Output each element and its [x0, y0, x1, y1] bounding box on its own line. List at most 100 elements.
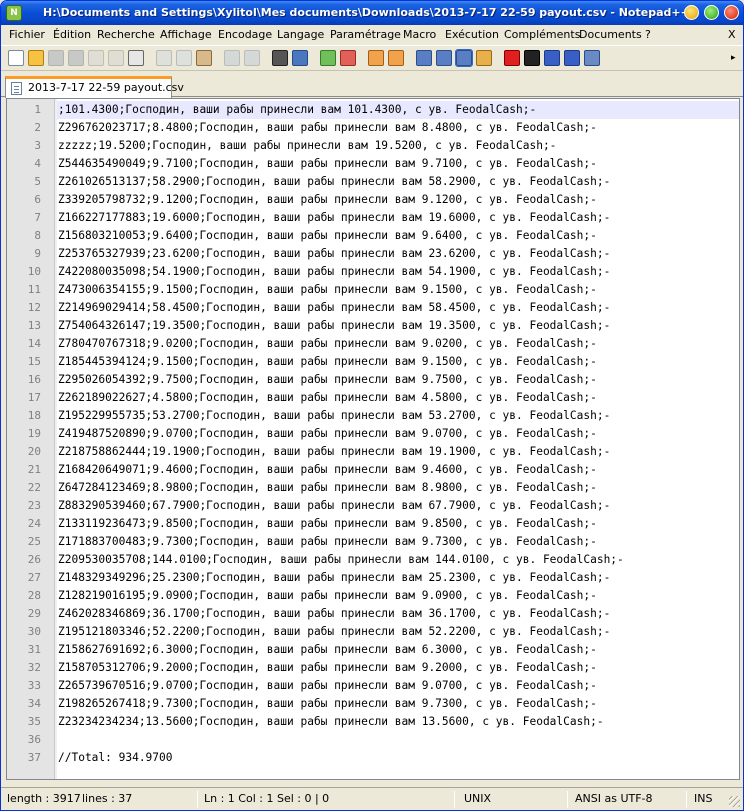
line-number: 1 — [34, 103, 41, 116]
sync-horizontal-icon[interactable] — [388, 50, 404, 66]
new-file-icon[interactable] — [8, 50, 24, 66]
tab-payout-csv[interactable]: 2013-7-17 22-59 payout.csv — [5, 76, 184, 98]
editor-line[interactable]: 10 Z422080035098;54.1900;Господин, ваши р… — [7, 263, 739, 281]
editor-line[interactable]: 22 Z647284123469;8.9800;Господин, ваши ра… — [7, 479, 739, 497]
macro-run-multiple-icon[interactable] — [564, 50, 580, 66]
editor-line[interactable]: 31 Z158627691692;6.3000;Господин, ваши ра… — [7, 641, 739, 659]
editor-line[interactable]: 33 Z265739670516;9.0700;Господин, ваши ра… — [7, 677, 739, 695]
line-text: Z23234234234;13.5600;Господин, ваши рабы… — [58, 715, 604, 728]
editor-line[interactable]: 3 zzzzz;19.5200;Господин, ваши рабы прине… — [7, 137, 739, 155]
editor-line[interactable]: 2 Z296762023717;8.4800;Господин, ваши раб… — [7, 119, 739, 137]
replace-icon[interactable] — [292, 50, 308, 66]
close-button[interactable] — [724, 5, 739, 20]
editor-line[interactable]: 29 Z462028346869;36.1700;Господин, ваши р… — [7, 605, 739, 623]
editor-line[interactable]: 37 //Total: 934.9700 — [7, 749, 739, 767]
status-eol: UNIX — [464, 792, 492, 805]
editor-line[interactable]: 35 Z23234234234;13.5600;Господин, ваши ра… — [7, 713, 739, 731]
editor-line[interactable]: 25 Z171883700483;9.7300;Господин, ваши ра… — [7, 533, 739, 551]
zoom-in-icon[interactable] — [320, 50, 336, 66]
word-wrap-icon[interactable] — [416, 50, 432, 66]
text-editor[interactable]: 1 ;101.4300;Господин, ваши рабы принесли … — [6, 98, 740, 780]
paste-icon[interactable] — [196, 50, 212, 66]
resize-grip-icon[interactable] — [729, 796, 740, 807]
save-icon[interactable] — [48, 50, 64, 66]
line-text: Z158627691692;6.3000;Господин, ваши рабы… — [58, 643, 597, 656]
editor-line[interactable]: 24 Z133119236473;9.8500;Господин, ваши ра… — [7, 515, 739, 533]
line-number: 7 — [34, 211, 41, 224]
editor-line[interactable]: 9 Z253765327939;23.6200;Господин, ваши ра… — [7, 245, 739, 263]
menu-complements[interactable]: Compléments — [504, 28, 580, 41]
editor-line[interactable]: 30 Z195121803346;52.2200;Господин, ваши р… — [7, 623, 739, 641]
indent-guide-icon[interactable] — [455, 49, 473, 67]
editor-line[interactable]: 12 Z214969029414;58.4500;Господин, ваши р… — [7, 299, 739, 317]
line-text: Z156803210053;9.6400;Господин, ваши рабы… — [58, 229, 597, 242]
close-document-button[interactable]: X — [728, 28, 736, 41]
editor-line[interactable]: 16 Z295026054392;9.7500;Господин, ваши ра… — [7, 371, 739, 389]
editor-line[interactable]: 7 Z166227177883;19.6000;Господин, ваши ра… — [7, 209, 739, 227]
menu-affichage[interactable]: Affichage — [160, 28, 212, 41]
undo-icon[interactable] — [224, 50, 240, 66]
save-all-icon[interactable] — [68, 50, 84, 66]
zoom-out-icon[interactable] — [340, 50, 356, 66]
document-tab-strip: 2013-7-17 22-59 payout.csv — [1, 73, 743, 98]
line-number: 32 — [27, 661, 41, 674]
editor-line[interactable]: 36 — [7, 731, 739, 749]
editor-line[interactable]: 5 Z261026513137;58.2900;Господин, ваши ра… — [7, 173, 739, 191]
editor-line[interactable]: 6 Z339205798732;9.1200;Господин, ваши раб… — [7, 191, 739, 209]
editor-line[interactable]: 20 Z218758862444;19.1900;Господин, ваши р… — [7, 443, 739, 461]
menu-execution[interactable]: Exécution — [445, 28, 499, 41]
editor-line[interactable]: 17 Z262189022627;4.5800;Господин, ваши ра… — [7, 389, 739, 407]
cut-icon[interactable] — [156, 50, 172, 66]
editor-line[interactable]: 13 Z754064326147;19.3500;Господин, ваши р… — [7, 317, 739, 335]
menu-fichier[interactable]: Fichier — [9, 28, 45, 41]
editor-line[interactable]: 15 Z185445394124;9.1500;Господин, ваши ра… — [7, 353, 739, 371]
menu-langage[interactable]: Langage — [277, 28, 324, 41]
line-text: Z339205798732;9.1200;Господин, ваши рабы… — [58, 193, 597, 206]
language-icon[interactable] — [476, 50, 492, 66]
notepadpp-app-icon[interactable]: N — [6, 5, 22, 21]
find-icon[interactable] — [272, 50, 288, 66]
macro-record-icon[interactable] — [504, 50, 520, 66]
menu-recherche[interactable]: Recherche — [97, 28, 155, 41]
editor-line[interactable]: 19 Z419487520890;9.0700;Господин, ваши ра… — [7, 425, 739, 443]
editor-line[interactable]: 8 Z156803210053;9.6400;Господин, ваши раб… — [7, 227, 739, 245]
editor-line[interactable]: 4 Z544635490049;9.7100;Господин, ваши раб… — [7, 155, 739, 173]
tab-label: 2013-7-17 22-59 payout.csv — [28, 81, 184, 94]
editor-line[interactable]: 1 ;101.4300;Господин, ваши рабы принесли … — [7, 101, 739, 119]
sync-vertical-icon[interactable] — [368, 50, 384, 66]
macro-stop-icon[interactable] — [524, 50, 540, 66]
close-file-icon[interactable] — [88, 50, 104, 66]
open-file-icon[interactable] — [28, 50, 44, 66]
title-bar[interactable]: N H:\Documents and Settings\Xylitol\Mes … — [1, 1, 743, 25]
menu-edition[interactable]: Édition — [53, 28, 91, 41]
editor-line[interactable]: 18 Z195229955735;53.2700;Господин, ваши р… — [7, 407, 739, 425]
editor-line[interactable]: 32 Z158705312706;9.2000;Господин, ваши ра… — [7, 659, 739, 677]
show-all-chars-icon[interactable] — [436, 50, 452, 66]
macro-play-icon[interactable] — [544, 50, 560, 66]
menu-parametrage[interactable]: Paramétrage — [330, 28, 401, 41]
editor-line[interactable]: 23 Z883290539460;67.7900;Господин, ваши р… — [7, 497, 739, 515]
editor-line[interactable]: 28 Z128219016195;9.0900;Господин, ваши ра… — [7, 587, 739, 605]
copy-icon[interactable] — [176, 50, 192, 66]
menu-macro[interactable]: Macro — [403, 28, 436, 41]
menu-documents[interactable]: Documents — [579, 28, 642, 41]
menu-help[interactable]: ? — [645, 28, 651, 41]
line-text: Z185445394124;9.1500;Господин, ваши рабы… — [58, 355, 597, 368]
print-icon[interactable] — [128, 50, 144, 66]
line-number: 13 — [27, 319, 41, 332]
macro-save-icon[interactable] — [584, 50, 600, 66]
line-number: 18 — [27, 409, 41, 422]
editor-line[interactable]: 34 Z198265267418;9.7300;Господин, ваши ра… — [7, 695, 739, 713]
close-all-icon[interactable] — [108, 50, 124, 66]
editor-line[interactable]: 14 Z780470767318;9.0200;Господин, ваши ра… — [7, 335, 739, 353]
menu-bar: Fichier Édition Recherche Affichage Enco… — [1, 25, 743, 45]
editor-line[interactable]: 21 Z168420649071;9.4600;Господин, ваши ра… — [7, 461, 739, 479]
editor-line[interactable]: 27 Z148329349296;25.2300;Господин, ваши р… — [7, 569, 739, 587]
toolbar-overflow-icon[interactable]: ▸ — [731, 53, 736, 63]
redo-icon[interactable] — [244, 50, 260, 66]
maximize-button[interactable] — [704, 5, 719, 20]
menu-encodage[interactable]: Encodage — [218, 28, 272, 41]
editor-line[interactable]: 26 Z209530035708;144.0100;Господин, ваши … — [7, 551, 739, 569]
minimize-button[interactable] — [684, 5, 699, 20]
editor-line[interactable]: 11 Z473006354155;9.1500;Господин, ваши ра… — [7, 281, 739, 299]
